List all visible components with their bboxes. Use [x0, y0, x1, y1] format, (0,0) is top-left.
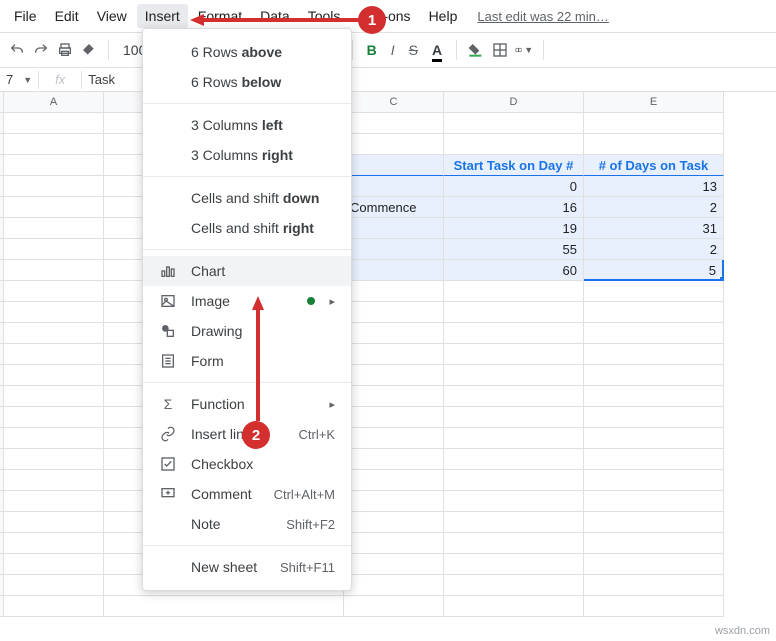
menu-rows-below[interactable]: 6 Rows below [143, 67, 351, 97]
menu-checkbox[interactable]: Checkbox [143, 449, 351, 479]
spreadsheet-grid[interactable]: A B C D E Start Task on Day # # of Days … [0, 92, 776, 617]
header-c[interactable] [344, 155, 444, 176]
redo-icon[interactable] [32, 41, 50, 59]
merge-cells-icon[interactable]: ▼ [515, 41, 533, 59]
header-e[interactable]: # of Days on Task [584, 155, 724, 176]
link-icon [159, 426, 177, 442]
col-header-a[interactable]: A [4, 92, 104, 113]
table-cell[interactable]: 19 [444, 218, 584, 239]
form-icon [159, 353, 177, 369]
col-header-c[interactable]: C [344, 92, 444, 113]
col-header-d[interactable]: D [444, 92, 584, 113]
table-cell[interactable]: 55 [444, 239, 584, 260]
insert-menu-dropdown: 6 Rows above 6 Rows below 3 Columns left… [142, 28, 352, 591]
menu-file[interactable]: File [6, 4, 45, 28]
menu-new-sheet[interactable]: New sheetShift+F11 [143, 552, 351, 582]
menu-chart[interactable]: Chart [143, 256, 351, 286]
borders-icon[interactable] [491, 41, 509, 59]
table-cell[interactable] [344, 239, 444, 260]
drawing-icon [159, 323, 177, 339]
menu-cols-left[interactable]: 3 Columns left [143, 110, 351, 140]
menu-cells-down[interactable]: Cells and shift down [143, 183, 351, 213]
table-cell[interactable]: 13 [584, 176, 724, 197]
paint-format-icon[interactable] [80, 41, 98, 59]
menu-comment[interactable]: CommentCtrl+Alt+M [143, 479, 351, 509]
image-icon [159, 293, 177, 309]
undo-icon[interactable] [8, 41, 26, 59]
table-cell[interactable]: 2 [584, 197, 724, 218]
table-cell[interactable]: 2 [584, 239, 724, 260]
selection-handle[interactable] [719, 276, 724, 281]
table-cell[interactable] [344, 176, 444, 197]
toolbar: 100▼ Default (Ari…▼ 10▼ B I S A ▼ [0, 32, 776, 68]
menu-drawing[interactable]: Drawing [143, 316, 351, 346]
submenu-arrow-icon: ▸ [329, 398, 335, 411]
annotation-arrow-2 [248, 296, 268, 426]
table-cell[interactable]: 16 [444, 197, 584, 218]
new-feature-dot [307, 297, 315, 305]
col-header-e[interactable]: E [584, 92, 724, 113]
menu-edit[interactable]: Edit [47, 4, 87, 28]
fx-icon: fx [45, 72, 75, 87]
menu-note[interactable]: NoteShift+F2 [143, 509, 351, 539]
formula-bar: 7▼ fx Task [0, 68, 776, 92]
chart-icon [159, 263, 177, 279]
name-box[interactable]: 7 [6, 72, 21, 87]
menubar: File Edit View Insert Format Data Tools … [0, 0, 776, 32]
fill-color-icon[interactable] [467, 41, 485, 59]
table-cell[interactable]: 5 [584, 260, 724, 281]
menu-rows-above[interactable]: 6 Rows above [143, 37, 351, 67]
table-cell[interactable] [344, 260, 444, 281]
menu-form[interactable]: Form [143, 346, 351, 376]
table-cell[interactable]: 60 [444, 260, 584, 281]
menu-image[interactable]: Image▸ [143, 286, 351, 316]
annotation-badge-2: 2 [242, 421, 270, 449]
menu-help[interactable]: Help [421, 4, 466, 28]
table-cell[interactable]: Commence [344, 197, 444, 218]
submenu-arrow-icon: ▸ [329, 295, 335, 308]
formula-value[interactable]: Task [88, 72, 115, 87]
menu-view[interactable]: View [89, 4, 135, 28]
print-icon[interactable] [56, 41, 74, 59]
table-cell[interactable]: 0 [444, 176, 584, 197]
strike-button[interactable]: S [405, 42, 422, 58]
menu-cols-right[interactable]: 3 Columns right [143, 140, 351, 170]
text-color-button[interactable]: A [428, 42, 446, 58]
checkbox-icon [159, 456, 177, 472]
header-d[interactable]: Start Task on Day # [444, 155, 584, 176]
menu-cells-right[interactable]: Cells and shift right [143, 213, 351, 243]
menu-insert[interactable]: Insert [137, 4, 188, 28]
function-icon: Σ [159, 396, 177, 412]
comment-icon [159, 486, 177, 502]
table-cell[interactable]: 31 [584, 218, 724, 239]
menu-function[interactable]: ΣFunction▸ [143, 389, 351, 419]
annotation-arrow-1 [190, 12, 370, 28]
table-cell[interactable] [344, 218, 444, 239]
annotation-badge-1: 1 [358, 6, 386, 34]
last-edit-link[interactable]: Last edit was 22 min… [477, 9, 609, 24]
italic-button[interactable]: I [387, 42, 399, 58]
bold-button[interactable]: B [363, 42, 381, 58]
watermark: wsxdn.com [715, 625, 770, 637]
